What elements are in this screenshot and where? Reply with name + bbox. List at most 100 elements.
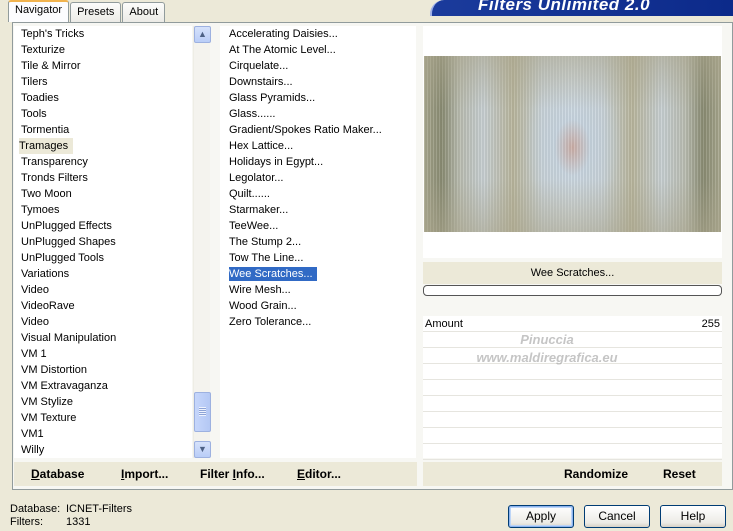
category-item[interactable]: Tile & Mirror bbox=[14, 58, 192, 74]
filter-item-label: Wire Mesh... bbox=[229, 284, 291, 296]
watermark: Pinuccia www.maldiregrafica.eu bbox=[447, 331, 647, 367]
category-list[interactable]: Teph's Tricks Texturize Tile & Mirror Tiler… bbox=[14, 26, 192, 458]
category-item[interactable]: VM1 bbox=[14, 426, 192, 442]
database-button[interactable]: Database bbox=[31, 462, 84, 486]
navigator-button-bar: Database Import... Filter Info... Editor… bbox=[14, 462, 417, 486]
progress-bar bbox=[423, 285, 722, 296]
import-button[interactable]: Import... bbox=[121, 462, 168, 486]
cancel-button[interactable]: Cancel bbox=[584, 505, 650, 528]
tab-presets[interactable]: Presets bbox=[70, 2, 122, 22]
filter-item-label: The Stump 2... bbox=[229, 236, 302, 248]
app-title-banner: Filters Unlimited 2.0 bbox=[430, 0, 733, 16]
filter-item[interactable]: Wire Mesh... bbox=[220, 282, 416, 298]
filter-item[interactable]: Glass Pyramids... bbox=[220, 90, 416, 106]
filter-item[interactable]: Cirquelate... bbox=[220, 58, 416, 74]
category-item[interactable]: VM Distortion bbox=[14, 362, 192, 378]
app-title: Filters Unlimited 2.0 bbox=[478, 0, 651, 14]
category-item[interactable]: Tools bbox=[14, 106, 192, 122]
filter-item-label: Cirquelate... bbox=[229, 60, 289, 72]
filter-item-label: TeeWee... bbox=[229, 220, 279, 232]
parameter-row[interactable]: Amount 255 bbox=[423, 316, 722, 332]
parameter-row bbox=[423, 380, 722, 396]
filter-item-label: Wee Scratches... bbox=[229, 267, 317, 281]
category-item[interactable]: Tronds Filters bbox=[14, 170, 192, 186]
filter-item[interactable]: Quilt...... bbox=[220, 186, 416, 202]
category-item[interactable]: Texturize bbox=[14, 42, 192, 58]
filter-item[interactable]: Downstairs... bbox=[220, 74, 416, 90]
status-filters: Filters: 1331 bbox=[10, 516, 91, 528]
filter-item-label: Starmaker... bbox=[229, 204, 289, 216]
category-item[interactable]: Willy bbox=[14, 442, 192, 458]
category-item[interactable]: Transparency bbox=[14, 154, 192, 170]
category-item[interactable]: UnPlugged Shapes bbox=[14, 234, 192, 250]
filter-item[interactable]: Starmaker... bbox=[220, 202, 416, 218]
tab-strip: Navigator Presets About bbox=[8, 0, 166, 22]
filter-item[interactable]: Wood Grain... bbox=[220, 298, 416, 314]
filter-item[interactable]: Holidays in Egypt... bbox=[220, 154, 416, 170]
category-item[interactable]: UnPlugged Tools bbox=[14, 250, 192, 266]
parameter-row bbox=[423, 412, 722, 428]
category-item[interactable]: Tymoes bbox=[14, 202, 192, 218]
parameter-row bbox=[423, 444, 722, 460]
filter-info-button[interactable]: Filter Info... bbox=[200, 462, 265, 486]
filter-item[interactable]: Gradient/Spokes Ratio Maker... bbox=[220, 122, 416, 138]
status-database: Database: ICNET-Filters bbox=[10, 503, 132, 515]
filter-item[interactable]: Zero Tolerance... bbox=[220, 314, 416, 330]
apply-button[interactable]: Apply bbox=[508, 505, 574, 528]
editor-button[interactable]: Editor... bbox=[297, 462, 341, 486]
filter-item-label: Downstairs... bbox=[229, 76, 293, 88]
category-item[interactable]: Tramages bbox=[14, 138, 192, 154]
tab-about[interactable]: About bbox=[122, 2, 166, 22]
category-item[interactable]: Visual Manipulation bbox=[14, 330, 192, 346]
selected-filter-name: Wee Scratches... bbox=[423, 262, 722, 284]
scroll-thumb[interactable] bbox=[194, 392, 211, 432]
filter-item-label: Tow The Line... bbox=[229, 252, 304, 264]
category-item-label: Tramages bbox=[19, 138, 74, 154]
filter-item-label: Gradient/Spokes Ratio Maker... bbox=[229, 124, 382, 136]
preview-button-bar: Randomize Reset bbox=[423, 462, 722, 486]
preview-panel bbox=[423, 26, 722, 258]
category-item[interactable]: Tormentia bbox=[14, 122, 192, 138]
category-item[interactable]: Video bbox=[14, 282, 192, 298]
scroll-up-button[interactable]: ▲ bbox=[194, 26, 211, 43]
category-item[interactable]: VM Texture bbox=[14, 410, 192, 426]
filter-item[interactable]: TeeWee... bbox=[220, 218, 416, 234]
parameter-row bbox=[423, 428, 722, 444]
filter-item-label: Legolator... bbox=[229, 172, 284, 184]
category-item[interactable]: Teph's Tricks bbox=[14, 26, 192, 42]
reset-button[interactable]: Reset bbox=[663, 462, 696, 486]
category-item[interactable]: VM Stylize bbox=[14, 394, 192, 410]
filter-item[interactable]: Accelerating Daisies... bbox=[220, 26, 416, 42]
filter-item[interactable]: Legolator... bbox=[220, 170, 416, 186]
category-item[interactable]: Tilers bbox=[14, 74, 192, 90]
filter-item[interactable]: Glass...... bbox=[220, 106, 416, 122]
filter-item[interactable]: Wee Scratches... bbox=[220, 266, 416, 282]
filter-list[interactable]: Accelerating Daisies... At The Atomic Lev… bbox=[220, 26, 416, 458]
category-item[interactable]: VideoRave bbox=[14, 298, 192, 314]
filter-item[interactable]: The Stump 2... bbox=[220, 234, 416, 250]
category-item[interactable]: Variations bbox=[14, 266, 192, 282]
filter-item[interactable]: Hex Lattice... bbox=[220, 138, 416, 154]
category-item[interactable]: Toadies bbox=[14, 90, 192, 106]
category-item[interactable]: UnPlugged Effects bbox=[14, 218, 192, 234]
randomize-button[interactable]: Randomize bbox=[564, 462, 628, 486]
help-button[interactable]: Help bbox=[660, 505, 726, 528]
watermark-line1: Pinuccia bbox=[520, 332, 574, 347]
category-item[interactable]: Video bbox=[14, 314, 192, 330]
scroll-down-button[interactable]: ▼ bbox=[194, 441, 211, 458]
category-item[interactable]: Two Moon bbox=[14, 186, 192, 202]
filter-item-label: Glass...... bbox=[229, 108, 276, 120]
parameter-name: Amount bbox=[425, 318, 463, 330]
filter-item-label: Zero Tolerance... bbox=[229, 316, 312, 328]
tab-navigator[interactable]: Navigator bbox=[8, 0, 70, 22]
category-item[interactable]: VM 1 bbox=[14, 346, 192, 362]
filter-item[interactable]: At The Atomic Level... bbox=[220, 42, 416, 58]
filter-item-label: Accelerating Daisies... bbox=[229, 28, 338, 40]
filter-item-label: Hex Lattice... bbox=[229, 140, 294, 152]
filter-item-label: Wood Grain... bbox=[229, 300, 297, 312]
filter-item[interactable]: Tow The Line... bbox=[220, 250, 416, 266]
category-item[interactable]: VM Extravaganza bbox=[14, 378, 192, 394]
category-scrollbar[interactable]: ▲ ▼ bbox=[193, 26, 211, 458]
filter-item-label: Quilt...... bbox=[229, 188, 270, 200]
parameter-value: 255 bbox=[701, 318, 720, 330]
